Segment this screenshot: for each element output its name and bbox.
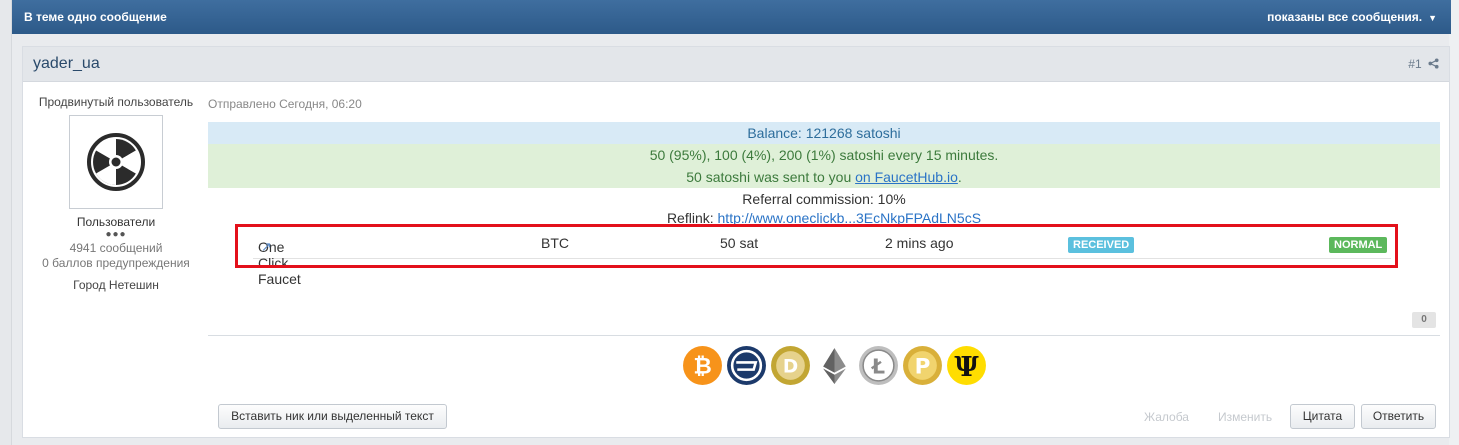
balance-row: Balance: 121268 satoshi (208, 122, 1440, 144)
svg-text:Ψ: Ψ (954, 352, 979, 383)
post-number[interactable]: #1 (1408, 57, 1439, 71)
edit-link[interactable]: Изменить (1218, 410, 1272, 424)
post-content: Balance: 121268 satoshi 50 (95%), 100 (4… (208, 122, 1440, 224)
post-header: yader_ua #1 (23, 47, 1449, 82)
chevron-down-icon: ▼ (1428, 13, 1437, 23)
left-gutter (0, 0, 12, 445)
dash-icon[interactable] (726, 345, 767, 386)
payout-row: 50 satoshi was sent to you on FaucetHub.… (208, 166, 1440, 188)
avatar[interactable] (69, 115, 163, 209)
topic-bar: В теме одно сообщение показаны все сообщ… (12, 0, 1451, 34)
user-info: Продвинутый пользователь Пользователи ●●… (23, 95, 209, 292)
bitcoin-icon[interactable]: ₿ (682, 345, 723, 386)
user-post-count: 4941 сообщений (69, 241, 163, 255)
user-rank-text: Продвинутый пользователь (38, 95, 194, 109)
primecoin-icon[interactable]: Ψ (946, 345, 987, 386)
peercoin-icon[interactable]: P (902, 345, 943, 386)
faucethub-link[interactable]: on FaucetHub.io (855, 169, 958, 185)
post-date: Отправлено Сегодня, 06:20 (208, 97, 362, 111)
post-filter-dropdown[interactable]: показаны все сообщения. ▼ (1267, 10, 1437, 24)
highlight-box (235, 224, 1398, 268)
post: yader_ua #1 Продвинутый пользователь Пол… (22, 46, 1450, 438)
svg-text:P: P (915, 355, 931, 380)
coin-icons: ₿ D Ł P Ψ (682, 345, 987, 386)
svg-text:Ł: Ł (871, 355, 885, 379)
user-rank: Продвинутый пользователь (23, 95, 209, 110)
right-gutter (1449, 0, 1459, 445)
post-author[interactable]: yader_ua (33, 55, 100, 73)
payout-text: 50 satoshi was sent to you (686, 169, 856, 185)
user-group: Пользователи (76, 215, 156, 229)
rates-row: 50 (95%), 100 (4%), 200 (1%) satoshi eve… (208, 144, 1440, 166)
radiation-icon (87, 133, 145, 191)
post-number-text: #1 (1408, 57, 1422, 71)
user-pips: ●●● (105, 229, 127, 240)
referral-row: Referral commission: 10% (742, 191, 906, 207)
post-divider (208, 335, 1440, 336)
payout-suffix: . (957, 169, 962, 185)
dogecoin-icon[interactable]: D (770, 345, 811, 386)
reputation-count[interactable]: 0 (1412, 312, 1436, 328)
svg-text:₿: ₿ (693, 354, 711, 380)
insert-nick-button[interactable]: Вставить ник или выделенный текст (218, 404, 447, 429)
reflink-row: Reflink: http://www.oneclickb...3EcNkpFP… (208, 210, 1440, 224)
ethereum-icon[interactable] (814, 345, 855, 386)
reply-button[interactable]: Ответить (1361, 404, 1436, 429)
quote-button[interactable]: Цитата (1290, 404, 1355, 429)
complaint-link[interactable]: Жалоба (1144, 410, 1189, 424)
reflink-label: Reflink: (666, 210, 718, 224)
share-icon[interactable] (1428, 58, 1439, 69)
topic-title: В теме одно сообщение (24, 10, 167, 24)
litecoin-icon[interactable]: Ł (858, 345, 899, 386)
user-city: Город Нетешин (73, 278, 159, 292)
reflink-link[interactable]: http://www.oneclickb...3EcNkpFPAdLN5cS (718, 210, 982, 224)
svg-text:D: D (783, 357, 798, 378)
user-warnings: 0 баллов предупреждения (42, 256, 190, 270)
filter-label: показаны все сообщения. (1267, 10, 1423, 24)
